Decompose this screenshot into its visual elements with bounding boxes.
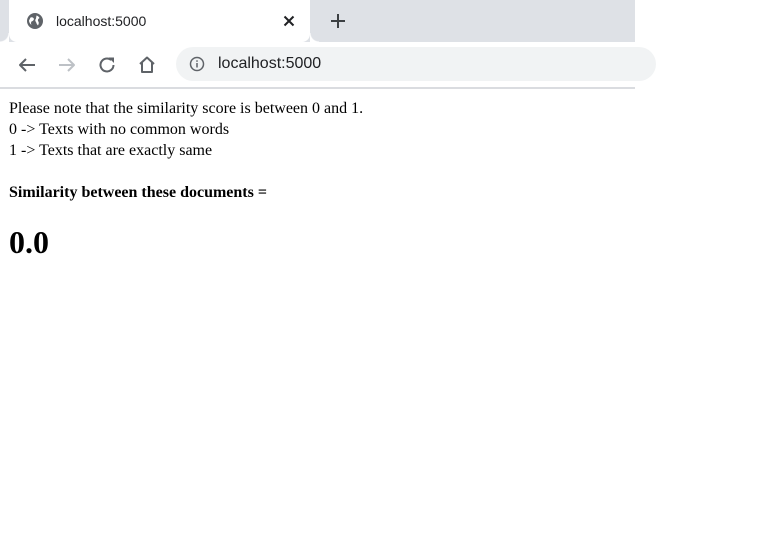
tab-title: localhost:5000 [56, 13, 147, 29]
address-bar[interactable]: localhost:5000 [176, 47, 656, 81]
new-tab-plus-icon[interactable] [326, 9, 350, 33]
globe-icon [27, 13, 43, 29]
similarity-score: 0.0 [9, 224, 49, 260]
page-content: Please note that the similarity score is… [9, 98, 609, 261]
browser-tab[interactable]: localhost:5000 [0, 0, 319, 42]
info-icon[interactable] [189, 56, 205, 72]
browser-toolbar: localhost:5000 [0, 42, 656, 88]
note-line-range: Please note that the similarity score is… [9, 100, 364, 117]
close-icon[interactable] [280, 12, 298, 30]
tab-strip: localhost:5000 [0, 0, 635, 42]
forward-arrow-icon[interactable] [55, 53, 79, 77]
result-label: Similarity between these documents = [9, 184, 267, 201]
back-arrow-icon[interactable] [15, 53, 39, 77]
note-line-zero: 0 -> Texts with no common words [9, 121, 230, 138]
browser-chrome: localhost:5000 localhost:5000 [0, 0, 656, 89]
url-text[interactable]: localhost:5000 [218, 55, 321, 73]
note-line-one: 1 -> Texts that are exactly same [9, 142, 213, 159]
home-icon[interactable] [135, 53, 159, 77]
reload-icon[interactable] [95, 53, 119, 77]
toolbar-divider [0, 87, 635, 89]
